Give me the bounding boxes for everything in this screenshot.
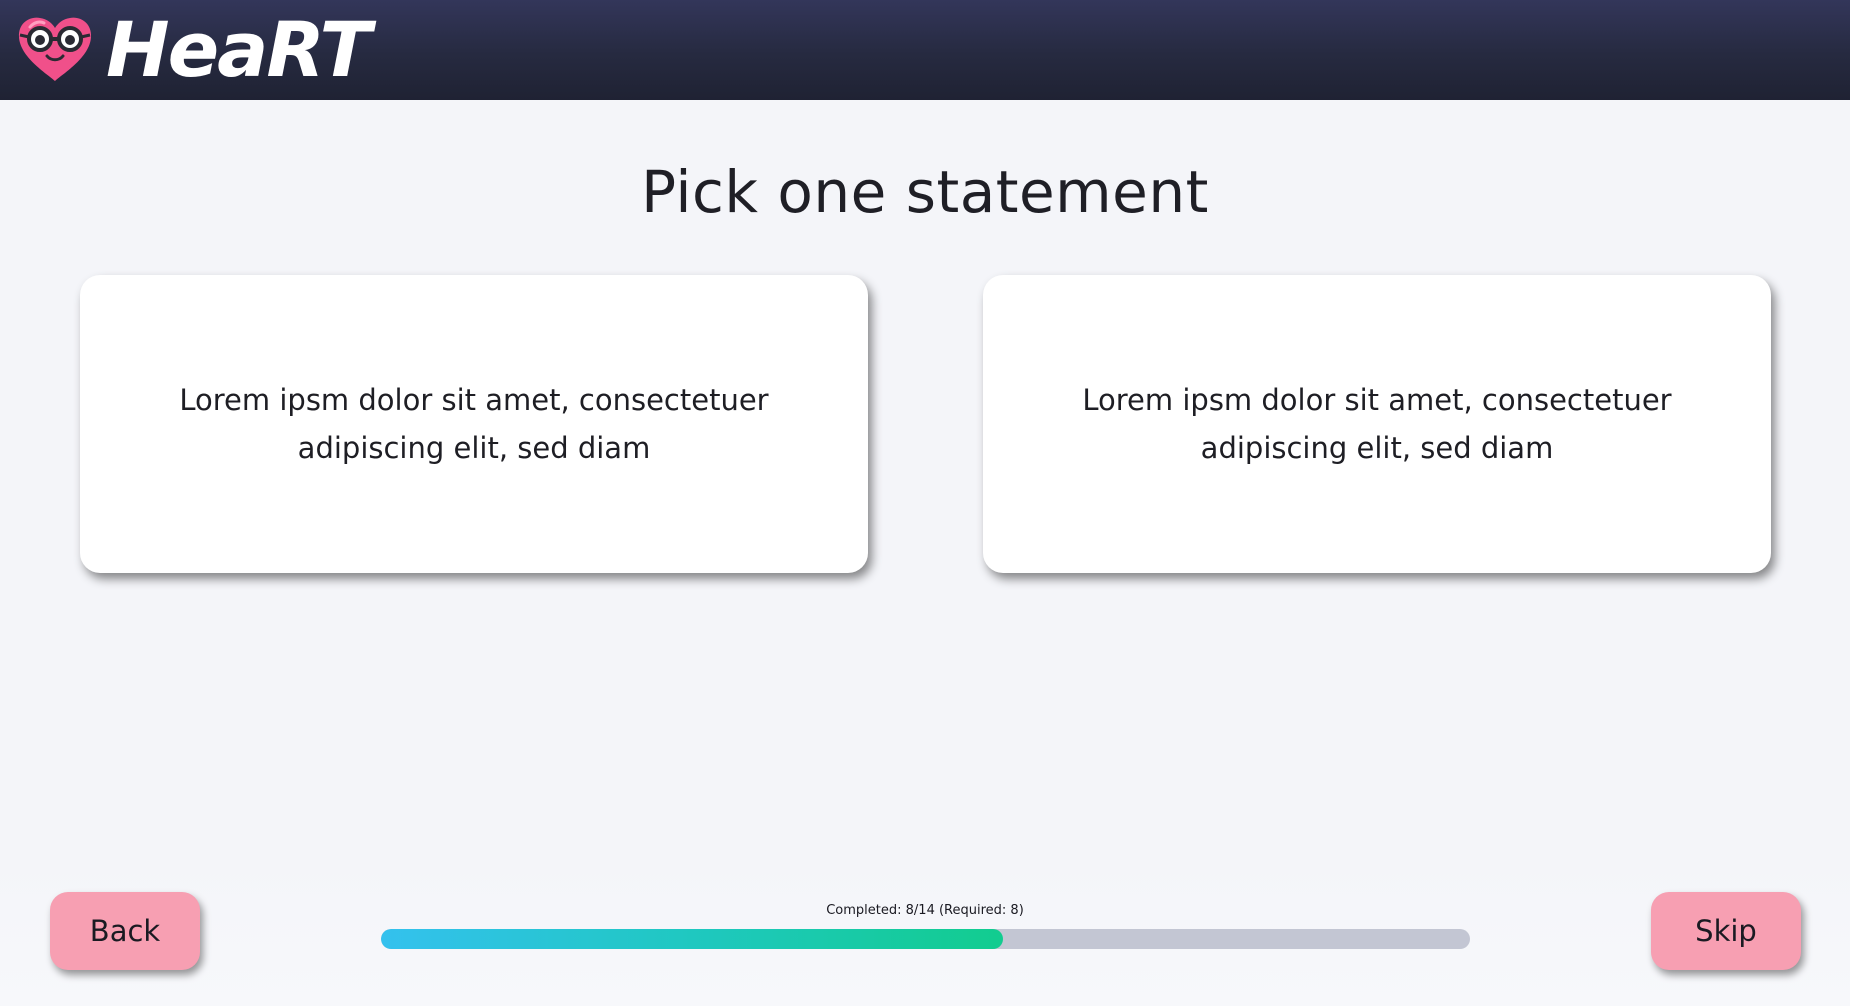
progress-label: Completed: 8/14 (Required: 8) [826, 903, 1024, 918]
heart-with-glasses-icon [18, 17, 92, 81]
statement-option-1[interactable]: Lorem ipsm dolor sit amet, consectetuer … [80, 275, 868, 573]
skip-button[interactable]: Skip [1651, 892, 1801, 970]
page-title: Pick one statement [641, 158, 1209, 226]
app-header: HeaRT [0, 0, 1850, 100]
statement-option-1-text: Lorem ipsm dolor sit amet, consectetuer … [179, 383, 769, 465]
statement-option-2[interactable]: Lorem ipsm dolor sit amet, consectetuer … [983, 275, 1771, 573]
footer-bar: Back Completed: 8/14 (Required: 8) Skip [0, 860, 1850, 1006]
progress-bar [381, 929, 1470, 949]
statement-option-2-text: Lorem ipsm dolor sit amet, consectetuer … [1082, 383, 1672, 465]
progress-bar-fill [381, 929, 1004, 949]
app-logo-text: HeaRT [106, 5, 371, 94]
main-content: Pick one statement Lorem ipsm dolor sit … [0, 100, 1850, 860]
